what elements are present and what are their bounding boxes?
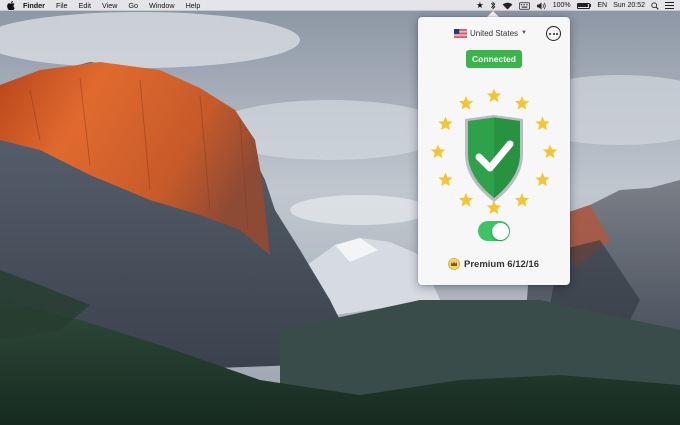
wifi-icon[interactable] <box>502 2 513 10</box>
menu-view[interactable]: View <box>102 0 117 11</box>
star-icon <box>535 116 550 131</box>
star-icon <box>542 144 558 159</box>
search-icon[interactable] <box>651 1 659 10</box>
star-icon <box>486 200 502 215</box>
shield-check-icon <box>465 115 523 202</box>
menu-help[interactable]: Help <box>186 0 201 11</box>
country-selector[interactable]: United States ▼ <box>454 27 527 39</box>
premium-label: Premium 6/12/16 <box>464 258 539 270</box>
apple-logo-icon[interactable] <box>7 0 16 10</box>
star-icon[interactable]: ★ <box>476 0 484 11</box>
star-icon <box>438 172 453 187</box>
vpn-toggle-switch[interactable] <box>478 221 510 241</box>
us-flag-icon <box>454 28 467 38</box>
menu-app-name[interactable]: Finder <box>23 0 45 11</box>
star-icon <box>430 144 446 159</box>
list-icon[interactable] <box>665 2 674 9</box>
country-label: United States <box>470 28 519 38</box>
star-icon <box>535 172 550 187</box>
more-options-button[interactable] <box>546 26 561 41</box>
menu-edit[interactable]: Edit <box>79 0 91 11</box>
premium-status: Premium 6/12/16 <box>448 257 539 271</box>
star-icon <box>438 116 453 131</box>
more-options-icon <box>548 32 551 35</box>
status-area: ★ 100% EN Sun 20:52 <box>476 0 680 11</box>
star-icon <box>514 96 530 110</box>
clock[interactable]: Sun 20:52 <box>613 0 645 11</box>
menu-bar: Finder File Edit View Go Window Help ★ 1… <box>0 0 680 11</box>
volume-icon[interactable] <box>536 1 547 10</box>
input-source[interactable]: EN <box>597 0 607 11</box>
star-icon <box>458 193 474 207</box>
battery-icon[interactable] <box>576 2 592 9</box>
vpn-popover: United States ▼ Connected Premium 6/12/1… <box>418 17 570 285</box>
toggle-knob <box>491 222 509 240</box>
chevron-down-icon: ▼ <box>521 30 527 36</box>
star-icon <box>458 96 474 110</box>
connection-status-badge: Connected <box>466 50 522 68</box>
shield-graphic <box>430 88 558 215</box>
menu-file[interactable]: File <box>56 0 68 11</box>
crown-icon <box>448 258 460 270</box>
star-icon <box>486 88 502 103</box>
battery-percent: 100% <box>552 2 571 9</box>
star-icon <box>514 193 530 207</box>
menu-go[interactable]: Go <box>128 0 138 11</box>
keyboard-icon[interactable] <box>518 1 530 10</box>
bluetooth-icon[interactable] <box>490 1 496 10</box>
menu-window[interactable]: Window <box>149 0 175 11</box>
desktop-wallpaper <box>0 0 680 425</box>
